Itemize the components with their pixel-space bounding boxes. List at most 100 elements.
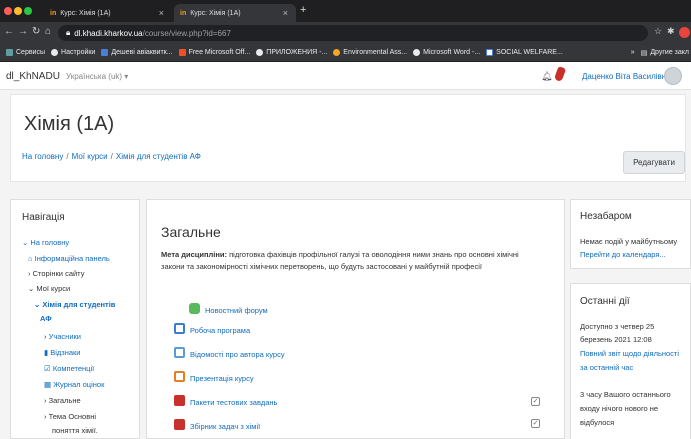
tab-1[interactable]: in Курс: Хімія (1А) × [44, 4, 172, 22]
address-bar: ← → ↻ ⌂ 🔒︎ dl.khadi.kharkov.ua/course/vi… [0, 22, 691, 44]
tab-title: Курс: Хімія (1А) [190, 9, 241, 17]
activity-news-forum[interactable]: Новостний форум [205, 306, 268, 315]
forward-arrow-icon[interactable]: → [18, 26, 28, 37]
breadcrumb-my-courses[interactable]: Мої курси [72, 152, 108, 161]
gear-icon [51, 49, 59, 56]
moodle-favicon-icon: in [50, 9, 57, 17]
no-events-text: Немає подій у майбутньому [580, 237, 678, 246]
home-icon[interactable]: ⌂ [45, 26, 51, 37]
activity-work-program[interactable]: Робоча програма [190, 326, 250, 335]
dashboard-icon: ⌂ [28, 254, 33, 263]
activity-author-info[interactable]: Відомості про автора курсу [190, 350, 285, 359]
chevron-right-icon: › [28, 269, 31, 278]
recent-note-line-2: входу нічого нового не [580, 404, 659, 413]
full-report-link-cont[interactable]: за останній час [580, 362, 691, 374]
url-path: /course/view.php?id=667 [142, 28, 231, 38]
moodle-favicon-icon: in [180, 9, 187, 17]
nav-item-badges[interactable]: ▮ Відзнаки [44, 348, 81, 357]
nav-item-home[interactable]: ⌄ На головну [22, 238, 69, 247]
badge-icon: ▮ [44, 348, 49, 357]
maximize-window-dot[interactable] [24, 7, 32, 15]
reload-icon[interactable]: ↻ [32, 26, 40, 37]
profile-avatar-icon[interactable] [679, 27, 690, 38]
nav-item-gradebook[interactable]: ▦ Журнал оцінок [44, 380, 104, 389]
chevron-right-icon: › [44, 396, 47, 405]
recent-block-title: Останні дії [580, 296, 630, 307]
star-icon[interactable]: ☆ [654, 26, 662, 37]
bookmark-item[interactable]: Free Microsoft Off... [178, 49, 250, 56]
language-menu[interactable]: Українська (uk) ▾ [66, 72, 128, 81]
navigation-block-title: Навігація [22, 212, 65, 223]
bookmark-item[interactable]: Дешеві авіаквитк... [101, 49, 173, 56]
forum-icon [189, 303, 200, 314]
messages-icon[interactable] [553, 66, 567, 82]
calendar-link[interactable]: Перейти до календаря... [580, 249, 691, 261]
pdf-icon [174, 395, 185, 406]
user-avatar[interactable] [664, 67, 682, 85]
notifications-bell-icon[interactable]: 🔔︎ [541, 71, 552, 82]
presentation-icon [174, 371, 185, 382]
nav-item-current-course[interactable]: ⌄ Хімія для студентів [34, 300, 115, 309]
nav-item-my-courses[interactable]: ⌄ Мої курси [28, 284, 70, 293]
globe-icon [256, 49, 264, 56]
bookmarks-bar: Сервисы Настройки Дешеві авіаквитк... Fr… [0, 44, 691, 62]
completion-checkbox[interactable]: ✓ [531, 419, 540, 428]
full-report-link[interactable]: Повний звіт щодо діяльності [580, 348, 691, 360]
bookmark-item[interactable]: SOCIAL WELFARE... [486, 49, 563, 56]
nav-item-general[interactable]: › Загальне [44, 396, 81, 405]
nav-item-topic[interactable]: › Тема Основні [44, 412, 96, 421]
activity-problem-book[interactable]: Збірник задач з хімії [190, 422, 260, 431]
extension-icon[interactable]: ✱ [667, 26, 675, 37]
table-icon: ▦ [44, 380, 52, 389]
document-icon [174, 323, 185, 334]
chevron-down-icon: ⌄ [34, 300, 41, 309]
close-tab-icon[interactable]: × [283, 8, 288, 18]
close-tab-icon[interactable]: × [159, 8, 164, 18]
bookmark-item[interactable]: Сервисы [6, 49, 45, 56]
minimize-window-dot[interactable] [14, 7, 22, 15]
breadcrumb-home[interactable]: На головну [22, 152, 63, 161]
microsoft-logo-icon [178, 49, 186, 56]
other-bookmarks-folder[interactable]: » ▤ Другие закл [631, 49, 689, 57]
tab-bar: in Курс: Хімія (1А) × in Курс: Хімія (1А… [0, 0, 691, 22]
tab-title: Курс: Хімія (1А) [60, 9, 111, 17]
site-favicon-icon [101, 49, 109, 56]
chevron-right-icon: › [44, 412, 47, 421]
back-arrow-icon[interactable]: ← [4, 26, 14, 37]
nav-item-current-course-cont[interactable]: АФ [40, 314, 52, 323]
chevron-right-icon: › [44, 332, 47, 341]
page-header [10, 94, 686, 182]
url-host: dl.khadi.kharkov.ua [74, 28, 143, 38]
nav-item-topic-cont[interactable]: поняття хімії. [52, 426, 98, 435]
site-navbar: dl_KhNADU Українська (uk) ▾ 🔔︎ Даценко В… [0, 62, 691, 90]
edit-button[interactable]: Редагувати [623, 151, 685, 174]
completion-checkbox[interactable]: ✓ [531, 397, 540, 406]
section-title: Загальне [161, 224, 221, 240]
breadcrumb-course[interactable]: Хімія для студентів АФ [116, 152, 201, 161]
tab-2-active[interactable]: in Курс: Хімія (1А) × [174, 4, 296, 22]
chevron-more-icon: » [630, 49, 635, 56]
site-name-link[interactable]: dl_KhNADU [6, 71, 60, 82]
activity-presentation[interactable]: Презентація курсу [190, 374, 254, 383]
close-window-dot[interactable] [4, 7, 12, 15]
globe-icon [413, 49, 421, 56]
url-field[interactable]: 🔒︎ dl.khadi.kharkov.ua/course/view.php?i… [58, 25, 648, 41]
section-summary: Мета дисципліни: підготовка фахівців про… [161, 250, 519, 271]
nav-item-site-pages[interactable]: › Сторінки сайту [28, 269, 84, 278]
page-title: Хімія (1А) [24, 113, 115, 135]
bookmark-item[interactable]: Настройки [51, 49, 95, 56]
activity-test-packages[interactable]: Пакети тестових завдань [190, 398, 277, 407]
folder-icon: ▤ [640, 49, 648, 57]
bookmark-item[interactable]: ПРИЛОЖЕНИЯ -... [256, 49, 327, 56]
bookmark-item[interactable]: Microsoft Word -... [413, 49, 480, 56]
user-menu-name[interactable]: Даценко Віта Василівна [582, 72, 671, 81]
site-favicon-icon [333, 49, 341, 56]
bookmark-item[interactable]: Environmental Ass... [333, 49, 407, 56]
nav-item-dashboard[interactable]: ⌂ Інформаційна панель [28, 254, 110, 263]
nav-item-competencies[interactable]: ☑ Компетенції [44, 364, 94, 373]
recent-since-line-1: Доступно з четвер 25 [580, 322, 655, 331]
nav-item-participants[interactable]: › Учасники [44, 332, 81, 341]
recent-note-line-3: відбулося [580, 418, 615, 427]
new-tab-button[interactable]: + [300, 4, 306, 16]
page-icon [174, 347, 185, 358]
